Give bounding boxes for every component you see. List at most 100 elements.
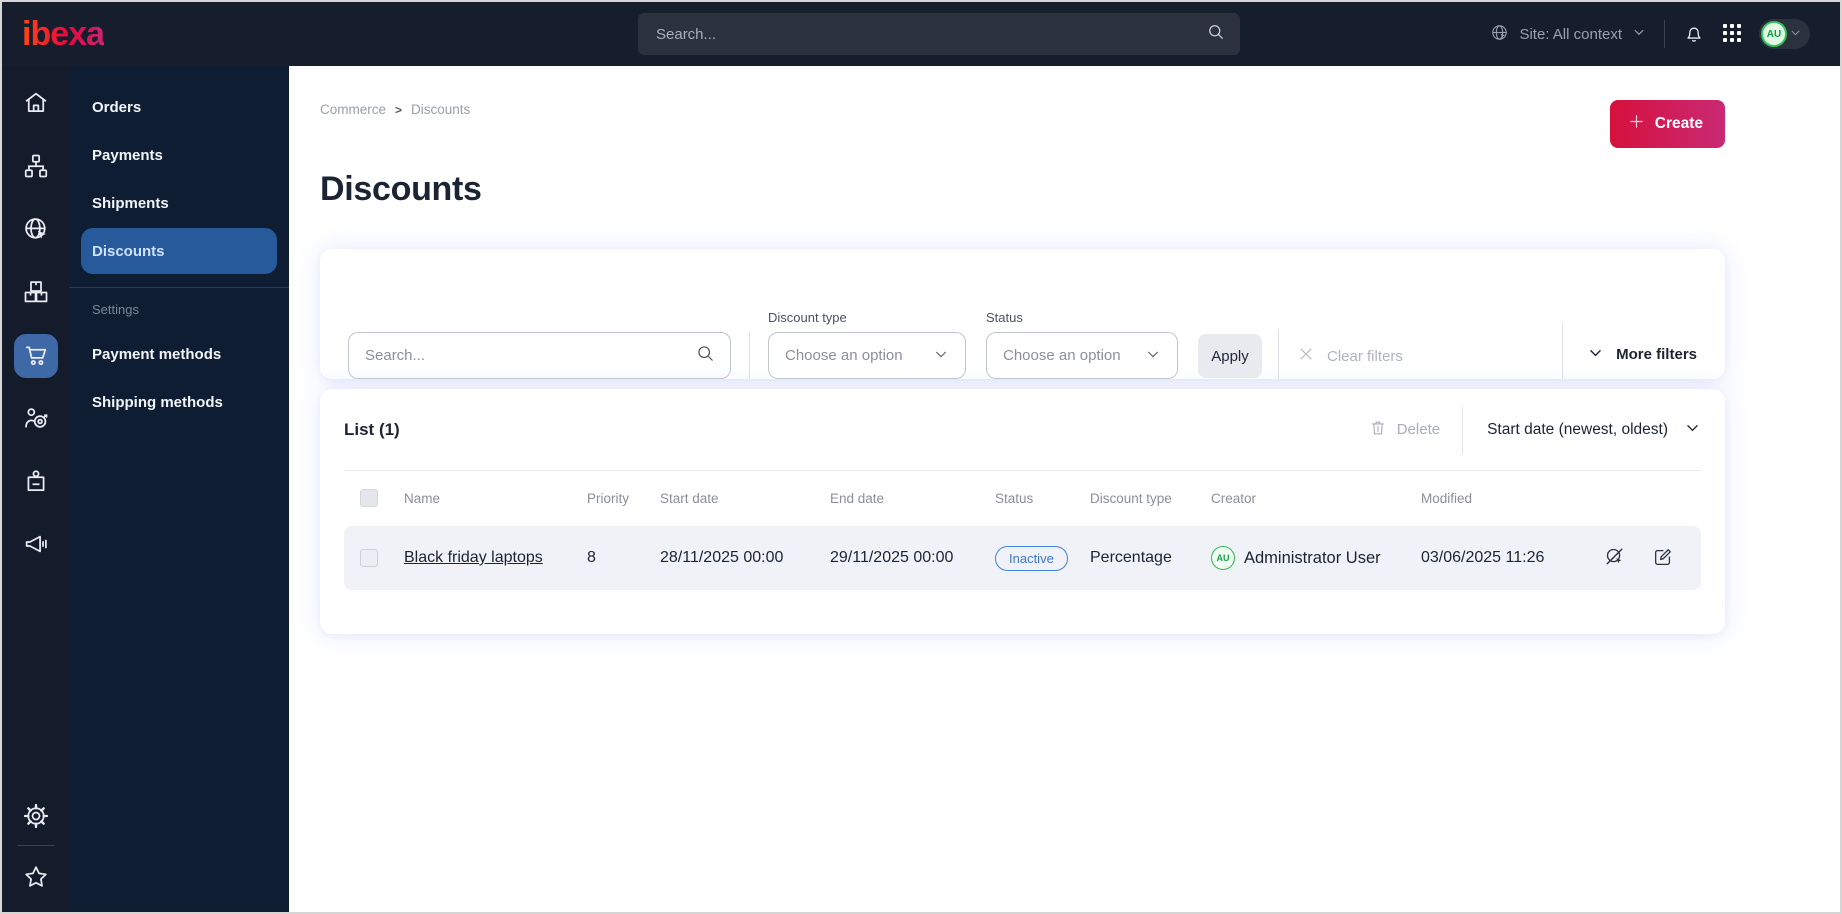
column-header-start-date: Start date: [660, 490, 719, 506]
sort-selector[interactable]: Start date (newest, oldest): [1487, 419, 1701, 441]
rail-item-content-tree[interactable]: [14, 145, 58, 189]
delete-label: Delete: [1396, 421, 1441, 438]
menu-item-payment-methods[interactable]: Payment methods: [69, 330, 289, 378]
clear-filters-label: Clear filters: [1327, 347, 1403, 365]
user-menu[interactable]: AU: [1759, 19, 1810, 49]
rail-item-favorites[interactable]: [14, 856, 58, 900]
column-header-priority: Priority: [587, 490, 630, 506]
list-actions: Delete Start date (newest, oldest): [1369, 405, 1701, 454]
column-header-discount-type: Discount type: [1090, 490, 1172, 506]
close-icon: [1297, 345, 1315, 367]
table-row: Black friday laptops 8 28/11/2025 00:00 …: [344, 526, 1701, 590]
list-title: List (1): [344, 419, 400, 439]
apply-button[interactable]: Apply: [1198, 334, 1262, 378]
ibexa-logo: ibexa: [22, 15, 105, 53]
rail-item-customers[interactable]: [14, 397, 58, 441]
rail-item-catalog[interactable]: [14, 271, 58, 315]
breadcrumb-discounts[interactable]: Discounts: [411, 102, 470, 117]
rail-divider: [16, 845, 55, 846]
list-divider: [1462, 405, 1464, 454]
filter-search-input[interactable]: [365, 347, 695, 364]
delete-button[interactable]: Delete: [1369, 419, 1440, 441]
modified-value: 03/06/2025 11:26: [1421, 549, 1545, 566]
filter-search[interactable]: [348, 332, 731, 379]
end-date-value: 29/11/2025 00:00: [830, 549, 954, 566]
more-filters-group: More filters: [1562, 323, 1697, 379]
search-icon: [1206, 22, 1226, 47]
create-button[interactable]: Create: [1609, 100, 1725, 148]
customer-target-icon: [22, 404, 50, 435]
global-search[interactable]: [638, 13, 1240, 55]
edit-icon: [1652, 546, 1674, 571]
home-icon: [22, 89, 50, 120]
column-header-creator: Creator: [1211, 490, 1257, 506]
commerce-menu-panel: Orders Payments Shipments Discounts Sett…: [69, 66, 289, 912]
gear-icon: [22, 802, 50, 833]
column-header-modified: Modified: [1421, 490, 1473, 506]
id-badge-icon: [22, 467, 50, 498]
filter-divider: [1278, 329, 1279, 379]
clear-filters-button[interactable]: Clear filters: [1297, 345, 1403, 367]
row-actions: [1601, 545, 1701, 571]
site-context-label: Site: All context: [1519, 25, 1622, 43]
column-header-end-date: End date: [830, 490, 885, 506]
select-all-checkbox[interactable]: [360, 489, 378, 507]
column-header-name: Name: [404, 490, 441, 506]
preview-disabled-button[interactable]: [1603, 545, 1626, 571]
menu-item-payments[interactable]: Payments: [69, 131, 289, 179]
menu-item-orders[interactable]: Orders: [69, 83, 289, 131]
more-filters-label: More filters: [1616, 346, 1697, 363]
column-header-status: Status: [995, 490, 1034, 506]
discount-list: List (1) Delete Start date (newest, olde…: [320, 389, 1725, 634]
search-icon: [695, 343, 716, 369]
breadcrumb-commerce[interactable]: Commerce: [320, 102, 386, 117]
notifications-button[interactable]: [1683, 22, 1705, 47]
filter-divider: [1562, 323, 1564, 379]
status-select[interactable]: Choose an option: [986, 332, 1178, 379]
globe-cursor-icon: [22, 215, 50, 246]
app-grid-button[interactable]: [1723, 23, 1741, 45]
menu-item-discounts[interactable]: Discounts: [81, 228, 277, 274]
edit-button[interactable]: [1652, 546, 1674, 571]
chevron-down-icon: [1145, 346, 1161, 366]
discount-name-link[interactable]: Black friday laptops: [404, 549, 543, 566]
discount-type-label: Discount type: [768, 310, 847, 325]
sidebar-rail: [2, 66, 69, 912]
creator-cell: AU Administrator User: [1211, 546, 1421, 570]
megaphone-icon: [22, 530, 50, 561]
sort-label: Start date (newest, oldest): [1487, 420, 1668, 438]
filter-divider: [749, 332, 750, 379]
topbar-right-cluster: Site: All context AU: [1490, 2, 1810, 66]
grid-icon: [1723, 23, 1741, 45]
breadcrumb-separator: >: [395, 102, 403, 117]
status-label: Status: [986, 310, 1023, 325]
bell-icon: [1683, 22, 1705, 47]
globe-icon: [1490, 23, 1509, 46]
rail-item-marketing[interactable]: [14, 523, 58, 567]
status-value: Choose an option: [1003, 347, 1121, 364]
app-window: ibexa Site: All context: [0, 0, 1842, 914]
rail-item-settings[interactable]: [14, 795, 58, 839]
sitemap-icon: [22, 152, 50, 183]
menu-divider: [69, 287, 289, 288]
table-header-row: Name Priority Start date End date Status…: [344, 479, 1701, 517]
rail-item-corporate[interactable]: [14, 460, 58, 504]
menu-item-shipping-methods[interactable]: Shipping methods: [69, 378, 289, 426]
chevron-down-icon: [933, 346, 949, 366]
global-search-input[interactable]: [656, 25, 1206, 43]
chevron-down-icon: [1587, 344, 1604, 365]
menu-section-settings: Settings: [92, 301, 139, 317]
row-checkbox[interactable]: [360, 549, 378, 567]
creator-name: Administrator User: [1244, 548, 1381, 567]
rail-item-commerce[interactable]: [13, 334, 58, 378]
menu-item-shipments[interactable]: Shipments: [69, 179, 289, 227]
topbar: ibexa Site: All context: [2, 2, 1840, 66]
discount-type-cell: Percentage: [1090, 549, 1172, 566]
rail-item-home[interactable]: [14, 82, 58, 126]
discount-type-select[interactable]: Choose an option: [768, 332, 966, 379]
more-filters-button[interactable]: More filters: [1587, 344, 1697, 365]
list-header: List (1) Delete Start date (newest, olde…: [344, 389, 1701, 471]
site-context-selector[interactable]: Site: All context: [1490, 23, 1646, 46]
chevron-down-icon: [1684, 419, 1701, 441]
rail-item-site[interactable]: [14, 208, 58, 252]
